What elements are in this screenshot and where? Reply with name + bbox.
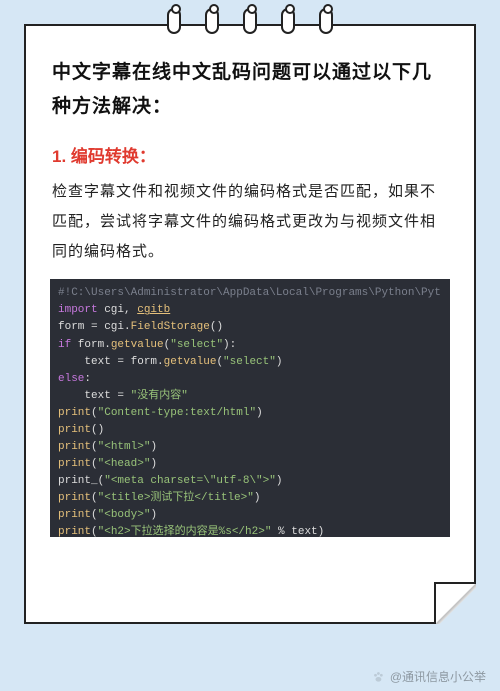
code-block: #!C:\Users\Administrator\AppData\Local\P… [50,279,450,537]
spiral-binding [167,8,333,34]
page-title: 中文字幕在线中文乱码问题可以通过以下几种方法解决： [52,56,448,124]
watermark-text: @通讯信息小公举 [390,668,486,685]
document-page: 中文字幕在线中文乱码问题可以通过以下几种方法解决： 1. 编码转换： 检查字幕文… [24,24,476,624]
section-heading: 1. 编码转换： [52,142,448,167]
section-body: 检查字幕文件和视频文件的编码格式是否匹配，如果不匹配，尝试将字幕文件的编码格式更… [52,177,448,267]
watermark: @通讯信息小公举 [372,668,486,685]
page-fold-corner [434,582,476,624]
paw-icon [372,670,386,684]
